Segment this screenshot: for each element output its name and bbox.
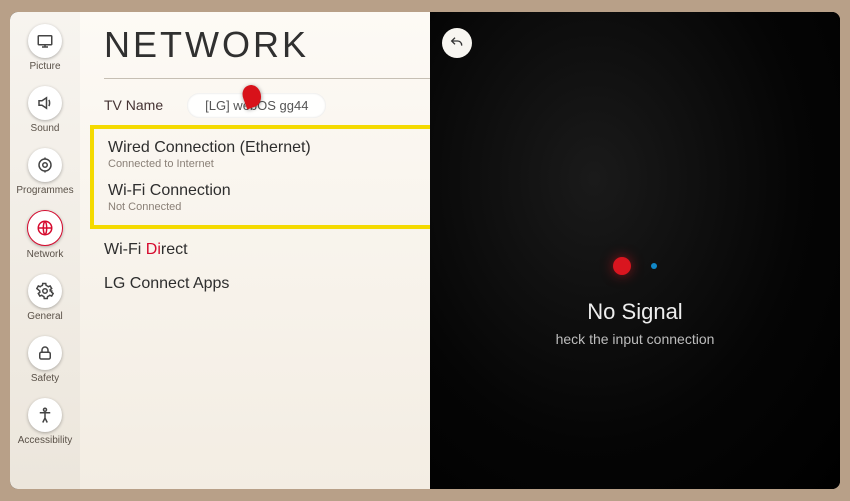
sidebar-item-safety[interactable]: Safety — [15, 336, 75, 388]
back-button[interactable] — [442, 28, 472, 58]
sidebar-item-programmes[interactable]: Programmes — [15, 148, 75, 200]
picture-icon — [28, 24, 62, 58]
divider — [104, 78, 454, 79]
sidebar-item-accessibility[interactable]: Accessibility — [15, 398, 75, 450]
settings-sidebar: Picture Sound Programmes — [10, 12, 80, 489]
back-arrow-icon — [449, 35, 465, 51]
lg-connect-apps-item[interactable]: LG Connect Apps — [104, 267, 454, 301]
no-signal-message: No Signal heck the input connection — [430, 257, 840, 347]
status-dots — [430, 257, 840, 281]
sidebar-item-picture[interactable]: Picture — [15, 24, 75, 76]
lock-icon — [28, 336, 62, 370]
no-signal-title: No Signal — [430, 299, 840, 325]
programmes-icon — [28, 148, 62, 182]
sidebar-item-label: General — [27, 311, 63, 322]
tv-name-field[interactable]: [LG] webOS gg44 — [187, 93, 326, 118]
tv-frame: Picture Sound Programmes — [10, 12, 840, 489]
wifi-connection-item[interactable]: Wi-Fi Connection Not Connected — [108, 178, 450, 221]
sidebar-item-network[interactable]: Network — [15, 210, 75, 264]
wifi-direct-suffix: rect — [161, 241, 188, 258]
wired-connection-title: Wired Connection (Ethernet) — [108, 139, 450, 157]
wifi-direct-item[interactable]: Wi-Fi Direct — [104, 233, 454, 267]
sidebar-item-label: Picture — [29, 61, 60, 72]
wired-connection-item[interactable]: Wired Connection (Ethernet) Connected to… — [108, 135, 450, 178]
accessibility-icon — [28, 398, 62, 432]
tv-name-row: TV Name [LG] webOS gg44 — [104, 97, 454, 113]
sidebar-item-label: Sound — [31, 123, 60, 134]
wifi-direct-accent: Di — [146, 241, 161, 258]
sidebar-item-label: Network — [27, 249, 64, 260]
settings-panel: NETWORK TV Name [LG] webOS gg44 Wired Co… — [80, 12, 478, 489]
wifi-connection-title: Wi-Fi Connection — [108, 182, 450, 200]
network-icon — [27, 210, 63, 246]
sidebar-item-label: Safety — [31, 373, 59, 384]
sidebar-item-sound[interactable]: Sound — [15, 86, 75, 138]
sidebar-item-label: Programmes — [16, 185, 73, 196]
sidebar-item-label: Accessibility — [18, 435, 72, 446]
highlight-box: Wired Connection (Ethernet) Connected to… — [90, 125, 468, 229]
page-title: NETWORK — [104, 24, 454, 66]
video-backdrop: No Signal heck the input connection — [430, 12, 840, 489]
no-signal-sub: heck the input connection — [430, 331, 840, 347]
red-dot-icon — [613, 257, 631, 275]
wifi-connection-status: Not Connected — [108, 201, 450, 213]
general-icon — [28, 274, 62, 308]
sound-icon — [28, 86, 62, 120]
tv-name-label: TV Name — [104, 97, 163, 113]
sidebar-item-general[interactable]: General — [15, 274, 75, 326]
wifi-direct-prefix: Wi-Fi — [104, 241, 146, 258]
blue-dot-icon — [651, 263, 657, 269]
wired-connection-status: Connected to Internet — [108, 158, 450, 170]
